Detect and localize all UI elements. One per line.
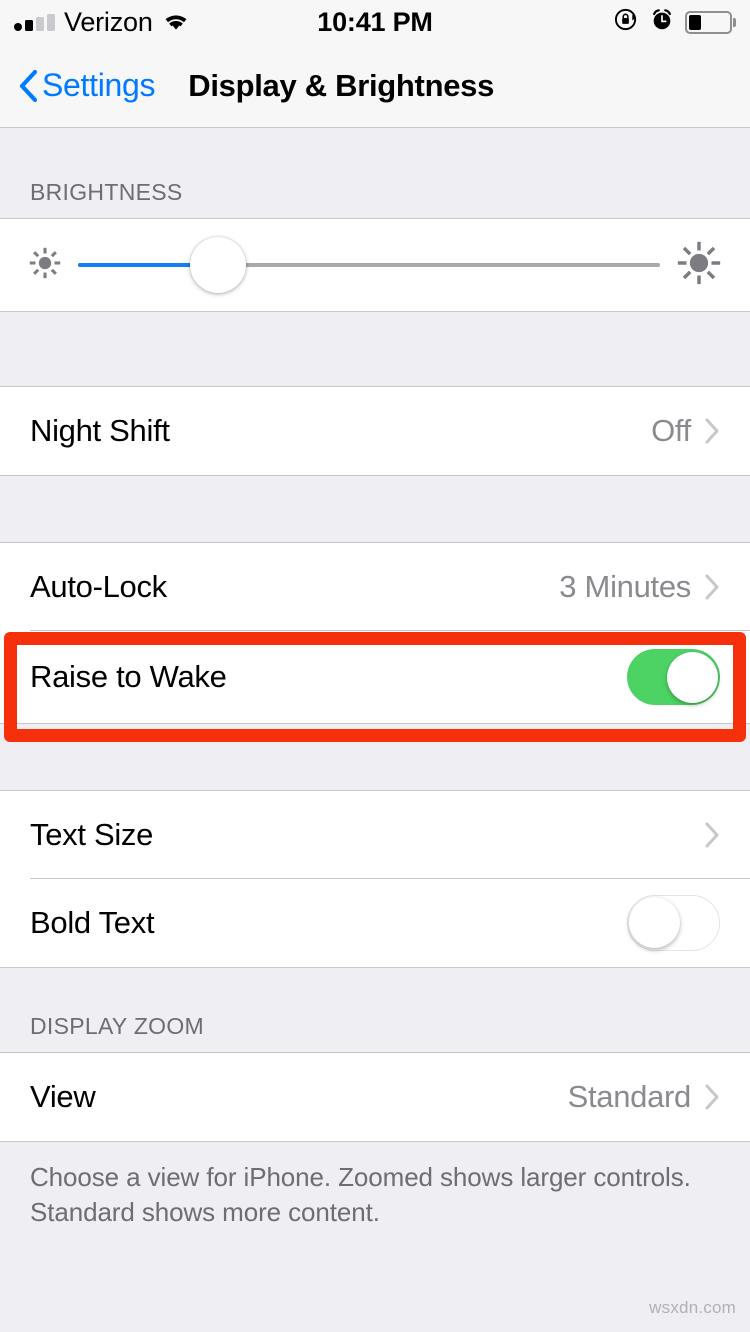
spacer-above-brightness — [0, 128, 750, 180]
brightness-slider-row[interactable] — [0, 219, 750, 311]
sun-small-icon — [26, 244, 64, 287]
wifi-icon — [162, 12, 190, 33]
view-value: Standard — [567, 1079, 692, 1114]
back-button-label: Settings — [42, 67, 156, 103]
cellular-signal-icon — [14, 13, 55, 31]
battery-icon — [684, 10, 736, 34]
raise-to-wake-right — [627, 649, 720, 705]
status-bar-right — [614, 7, 736, 37]
raise-to-wake-toggle[interactable] — [627, 649, 720, 705]
view-label: View — [30, 1079, 96, 1114]
back-button[interactable]: Settings — [18, 67, 156, 104]
text-size-right — [705, 822, 720, 848]
bold-text-toggle[interactable] — [627, 895, 720, 951]
brightness-group — [0, 218, 750, 312]
watermark: wsxdn.com — [649, 1298, 736, 1317]
spacer-above-lock-group — [0, 476, 750, 542]
rotation-lock-icon — [614, 7, 639, 37]
chevron-right-icon — [705, 574, 720, 600]
display-zoom-footer-text: Choose a view for iPhone. Zoomed shows l… — [0, 1142, 750, 1230]
chevron-right-icon — [705, 822, 720, 848]
auto-lock-label: Auto-Lock — [30, 569, 167, 604]
bold-text-right — [627, 895, 720, 951]
night-shift-value: Off — [651, 413, 691, 448]
spacer-above-text-group — [0, 724, 750, 790]
row-auto-lock[interactable]: Auto-Lock 3 Minutes — [0, 543, 750, 631]
sun-large-icon — [674, 238, 724, 293]
night-shift-group: Night Shift Off — [0, 386, 750, 476]
spacer-above-display-zoom — [0, 968, 750, 1010]
row-night-shift[interactable]: Night Shift Off — [0, 387, 750, 475]
display-zoom-group: View Standard — [0, 1052, 750, 1142]
text-group: Text Size Bold Text — [0, 790, 750, 968]
alarm-clock-icon — [650, 8, 674, 37]
carrier-label: Verizon — [64, 6, 153, 37]
auto-lock-value: 3 Minutes — [559, 569, 691, 604]
navigation-bar: Settings Display & Brightness — [0, 44, 750, 128]
auto-lock-right: 3 Minutes — [559, 569, 720, 605]
view-right: Standard — [568, 1079, 720, 1115]
row-text-size[interactable]: Text Size — [0, 791, 750, 879]
night-shift-right: Off — [651, 413, 720, 449]
page-title: Display & Brightness — [188, 67, 495, 103]
row-raise-to-wake[interactable]: Raise to Wake — [0, 631, 750, 723]
chevron-left-icon — [18, 69, 38, 103]
chevron-right-icon — [705, 418, 720, 444]
status-bar-clock: 10:41 PM — [317, 6, 433, 37]
text-size-label: Text Size — [30, 817, 154, 852]
lock-group: Auto-Lock 3 Minutes Raise to Wake — [0, 542, 750, 724]
toggle-knob — [629, 897, 680, 948]
slider-thumb[interactable] — [189, 237, 246, 293]
row-view[interactable]: View Standard — [0, 1053, 750, 1141]
row-bold-text[interactable]: Bold Text — [0, 879, 750, 967]
brightness-section-header: BRIGHTNESS — [0, 179, 750, 218]
brightness-slider[interactable] — [78, 219, 660, 311]
status-bar: Verizon 10:41 PM — [0, 0, 750, 44]
night-shift-label: Night Shift — [30, 413, 170, 448]
spacer-above-night-shift — [0, 312, 750, 386]
iphone-settings-screen: Verizon 10:41 PM Settings Display & Brig… — [0, 0, 750, 1332]
status-bar-left: Verizon — [14, 7, 190, 38]
chevron-right-icon — [705, 1084, 720, 1110]
bold-text-label: Bold Text — [30, 905, 155, 940]
display-zoom-section-header: DISPLAY ZOOM — [0, 1010, 750, 1052]
toggle-knob — [666, 651, 718, 703]
raise-to-wake-label: Raise to Wake — [30, 659, 227, 694]
